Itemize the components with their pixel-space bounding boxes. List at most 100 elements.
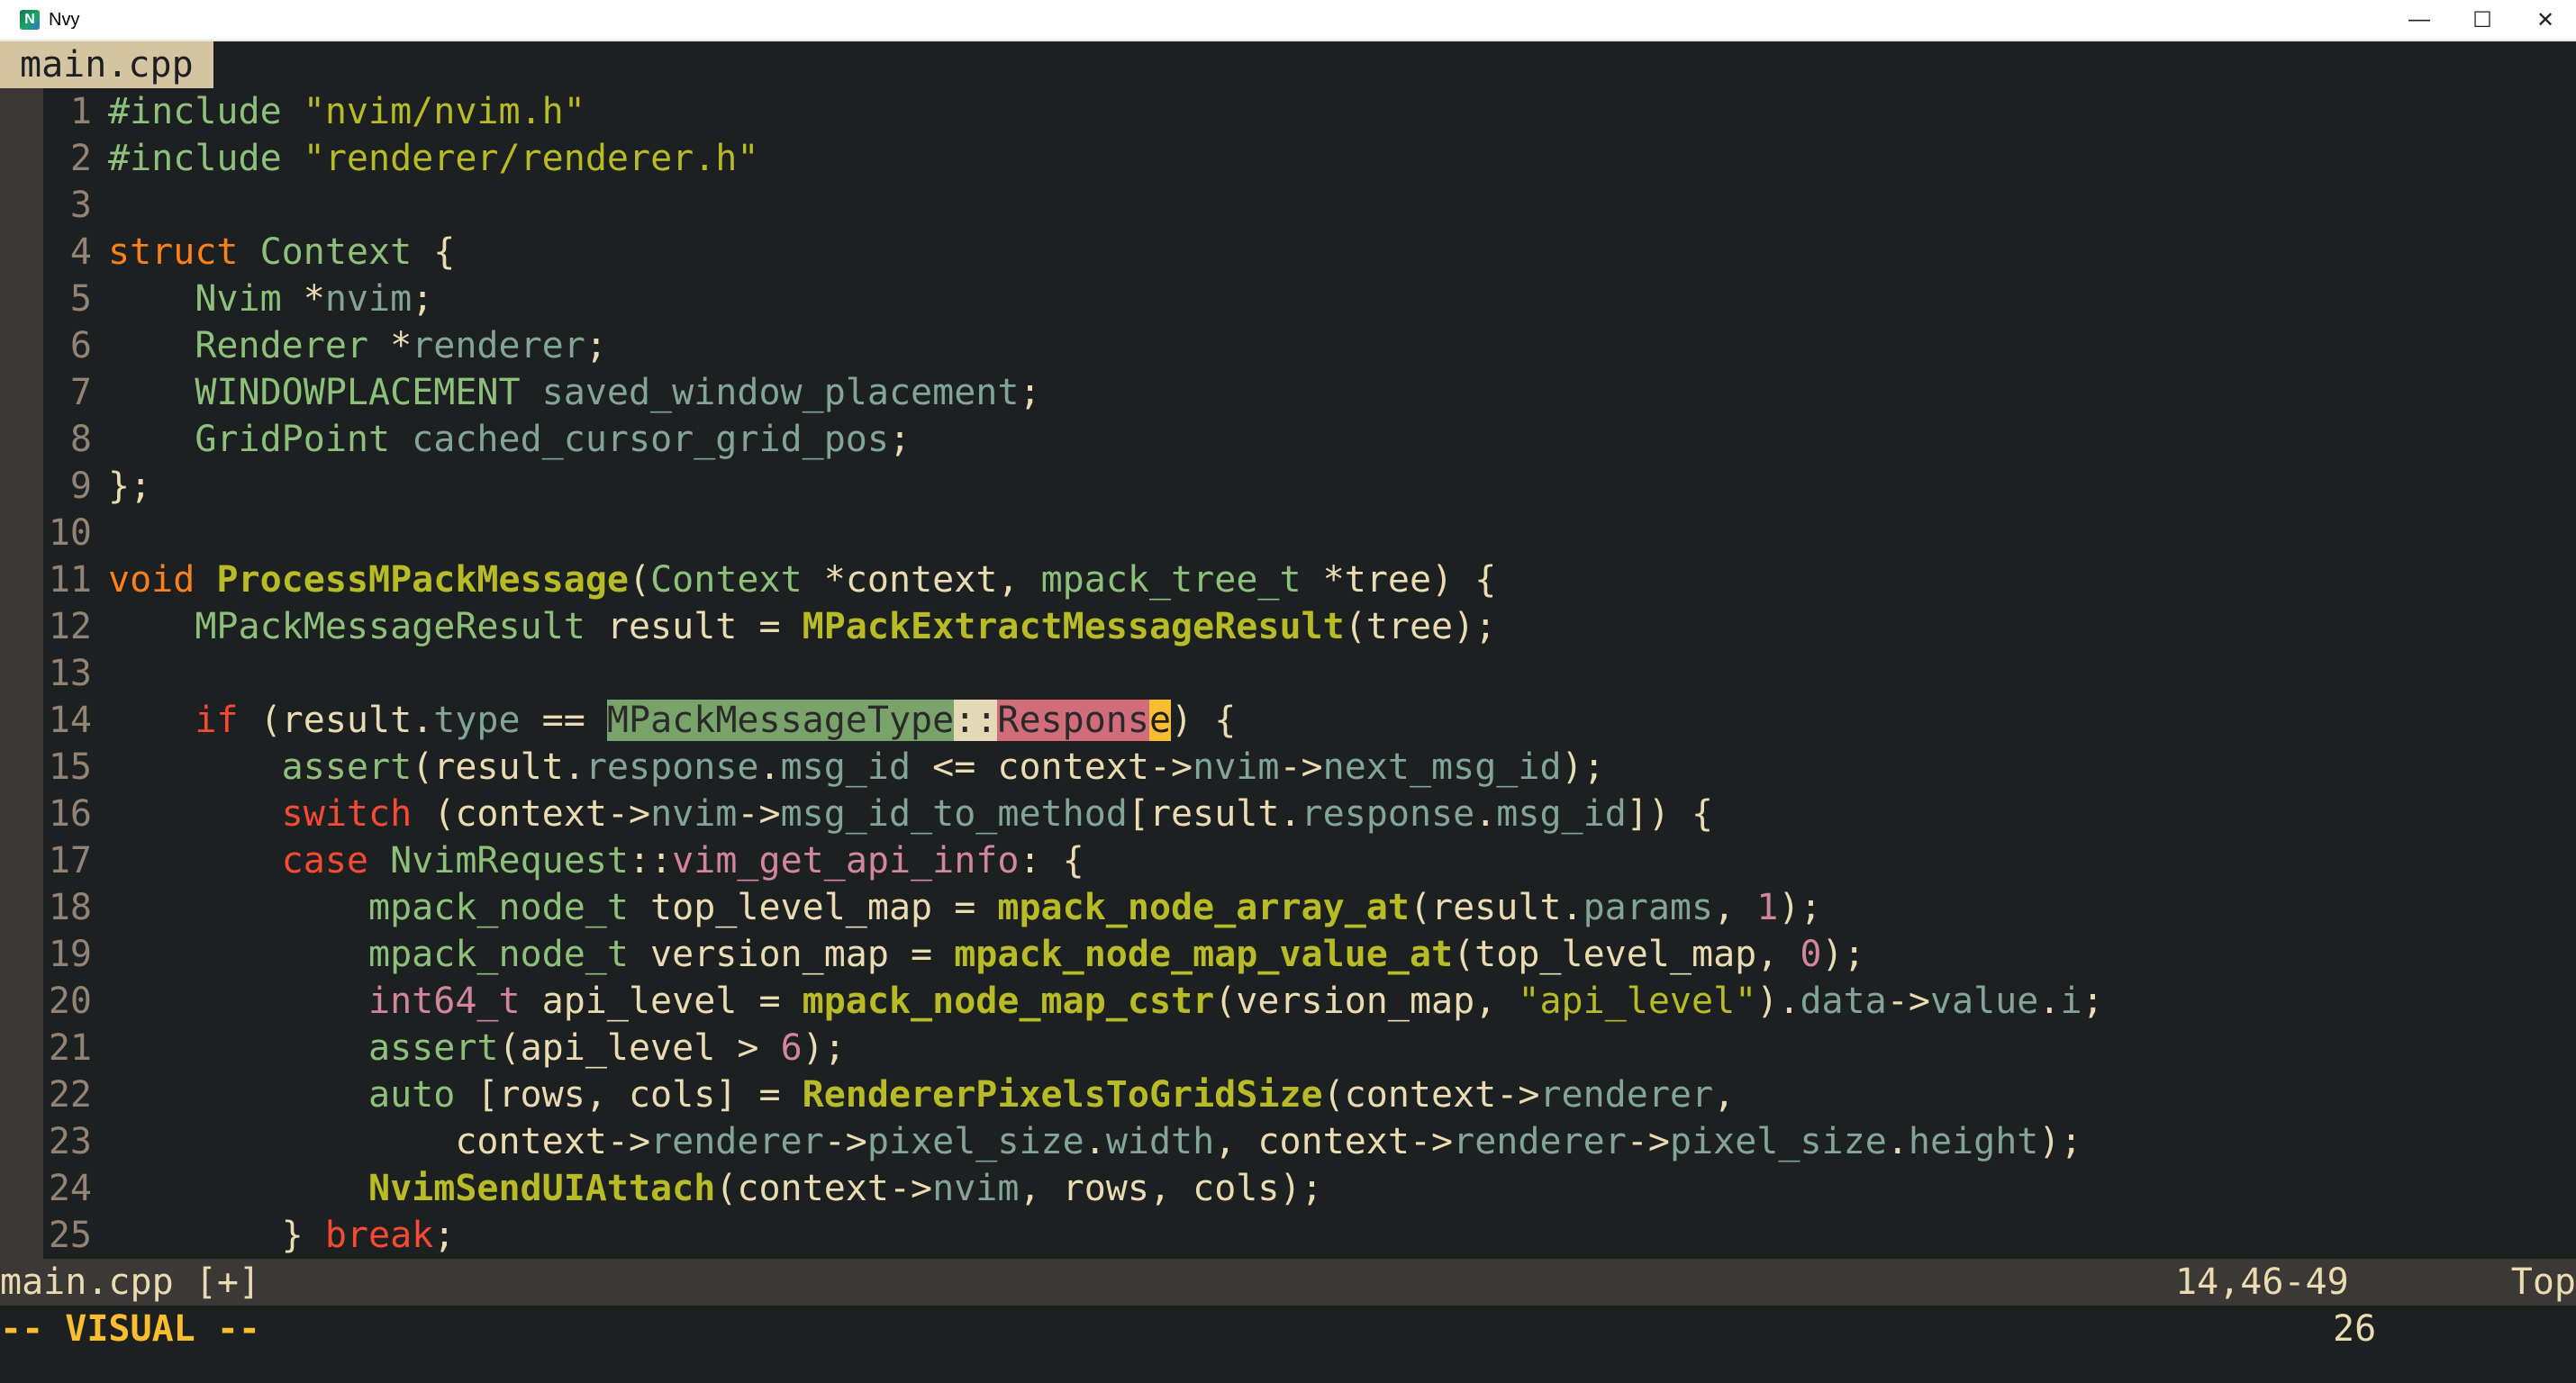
code-text[interactable]: if (result.type == MPackMessageType::Res…: [108, 697, 1236, 744]
line-number: 6: [69, 325, 92, 366]
code-line[interactable]: 13: [0, 650, 2576, 697]
code-text[interactable]: mpack_node_t top_level_map = mpack_node_…: [108, 884, 1822, 931]
code-line[interactable]: 23 context->renderer->pixel_size.width, …: [0, 1118, 2576, 1165]
minimize-button[interactable]: —: [2408, 7, 2430, 32]
code-token: *: [281, 278, 325, 320]
line-number: 11: [48, 559, 92, 601]
code-token: (: [628, 559, 651, 601]
code-token: data: [1800, 981, 1887, 1022]
code-line[interactable]: 16 switch (context->nvim->msg_id_to_meth…: [0, 791, 2576, 837]
code-token: <= context->: [911, 746, 1193, 788]
code-token: Nvim: [195, 278, 282, 320]
editor[interactable]: main.cpp 1 #include "nvim/nvim.h" 2 #includ…: [0, 41, 2576, 1383]
code-token: height: [1908, 1121, 2039, 1162]
code-text[interactable]: struct Context {: [108, 229, 455, 276]
code-line[interactable]: 18 mpack_node_t top_level_map = mpack_no…: [0, 884, 2576, 931]
code-line[interactable]: 11 void ProcessMPackMessage(Context *cont…: [0, 556, 2576, 603]
code-line[interactable]: 9};: [0, 463, 2576, 510]
code-text[interactable]: };: [108, 463, 151, 510]
code-token: *: [1301, 559, 1345, 601]
code-token: (result.: [238, 700, 434, 741]
sign-column: [0, 884, 43, 931]
code-line[interactable]: 7 WINDOWPLACEMENT saved_window_placement…: [0, 369, 2576, 416]
code-token: .: [2038, 981, 2061, 1022]
code-line[interactable]: 4 struct Context {: [0, 229, 2576, 276]
code-token: [rows, cols] =: [455, 1074, 803, 1116]
code-text[interactable]: Renderer *renderer;: [108, 322, 607, 369]
code-line[interactable]: 21 assert(api_level > 6);: [0, 1025, 2576, 1071]
code-token: [result.: [1127, 793, 1302, 835]
code-line[interactable]: 8 GridPoint cached_cursor_grid_pos;: [0, 416, 2576, 463]
code-token: );: [1821, 934, 1865, 975]
sign-column: [0, 931, 43, 978]
tab-main-cpp[interactable]: main.cpp: [0, 41, 213, 88]
code-line[interactable]: 20 int64_t api_level = mpack_node_map_cs…: [0, 978, 2576, 1025]
line-number: 13: [48, 653, 92, 694]
code-line[interactable]: 2 #include "renderer/renderer.h": [0, 135, 2576, 182]
code-token: WINDOWPLACEMENT: [195, 372, 521, 413]
code-line[interactable]: 10: [0, 510, 2576, 556]
code-token: tree: [1344, 559, 1432, 601]
code-line[interactable]: 3: [0, 182, 2576, 229]
code-area[interactable]: 1 #include "nvim/nvim.h" 2 #include "render…: [0, 88, 2576, 1259]
code-line[interactable]: 24 NvimSendUIAttach(context->nvim, rows,…: [0, 1165, 2576, 1212]
code-token: context: [845, 559, 998, 601]
code-token: pixel_size: [866, 1121, 1084, 1162]
code-text[interactable]: Nvim *nvim;: [108, 276, 433, 322]
line-number: 24: [48, 1168, 92, 1209]
code-token: (version_map,: [1214, 981, 1519, 1022]
code-text[interactable]: #include "nvim/nvim.h": [108, 88, 585, 135]
code-text[interactable]: context->renderer->pixel_size.width, con…: [108, 1118, 2082, 1165]
maximize-button[interactable]: ☐: [2472, 7, 2493, 33]
sign-column: [0, 463, 43, 510]
cmdline: -- VISUAL -- 26: [0, 1306, 2576, 1352]
code-token: width: [1105, 1121, 1215, 1162]
line-number: 5: [69, 278, 92, 320]
code-token: cached_cursor_grid_pos: [390, 419, 889, 460]
code-line[interactable]: 5 Nvim *nvim;: [0, 276, 2576, 322]
code-line[interactable]: 15 assert(result.response.msg_id <= cont…: [0, 744, 2576, 791]
code-token: ;: [433, 1215, 456, 1256]
code-token: response: [585, 746, 759, 788]
code-token: result =: [585, 606, 803, 647]
code-token: response: [1301, 793, 1475, 835]
code-text[interactable]: case NvimRequest::vim_get_api_info: {: [108, 837, 1084, 884]
code-line[interactable]: 1 #include "nvim/nvim.h": [0, 88, 2576, 135]
code-text[interactable]: WINDOWPLACEMENT saved_window_placement;: [108, 369, 1040, 416]
line-number: 16: [48, 793, 92, 835]
code-text[interactable]: switch (context->nvim->msg_id_to_method[…: [108, 791, 1713, 837]
code-token: mpack_node_map_value_at: [954, 934, 1454, 975]
code-text[interactable]: MPackMessageResult result = MPackExtract…: [108, 603, 1496, 650]
close-button[interactable]: ✕: [2535, 7, 2556, 33]
code-token: ->: [737, 793, 781, 835]
sign-column: [0, 135, 43, 182]
code-token: };: [108, 466, 152, 507]
code-text[interactable]: assert(api_level > 6);: [108, 1025, 846, 1071]
code-token: switch: [281, 793, 413, 835]
status-scroll: Top: [2510, 1261, 2576, 1303]
code-text[interactable]: auto [rows, cols] = RendererPixelsToGrid…: [108, 1071, 1735, 1118]
code-text[interactable]: GridPoint cached_cursor_grid_pos;: [108, 416, 911, 463]
code-line[interactable]: 17 case NvimRequest::vim_get_api_info: {: [0, 837, 2576, 884]
code-token: "nvim/nvim.h": [303, 91, 585, 132]
code-token: type: [433, 700, 521, 741]
code-line[interactable]: 22 auto [rows, cols] = RendererPixelsToG…: [0, 1071, 2576, 1118]
code-text[interactable]: } break;: [108, 1212, 456, 1259]
code-text[interactable]: #include "renderer/renderer.h": [108, 135, 758, 182]
code-line[interactable]: 14 if (result.type == MPackMessageType::…: [0, 697, 2576, 744]
code-token: *: [802, 559, 846, 601]
code-text[interactable]: void ProcessMPackMessage(Context *contex…: [108, 556, 1496, 603]
code-text[interactable]: int64_t api_level = mpack_node_map_cstr(…: [108, 978, 2104, 1025]
code-line[interactable]: 19 mpack_node_t version_map = mpack_node…: [0, 931, 2576, 978]
code-token: (tree);: [1344, 606, 1497, 647]
code-text[interactable]: NvimSendUIAttach(context->nvim, rows, co…: [108, 1165, 1323, 1212]
code-token: (context->: [412, 793, 651, 835]
sign-column: [0, 369, 43, 416]
code-token: RendererPixelsToGridSize: [802, 1074, 1323, 1116]
code-line[interactable]: 6 Renderer *renderer;: [0, 322, 2576, 369]
code-text[interactable]: mpack_node_t version_map = mpack_node_ma…: [108, 931, 1865, 978]
code-line[interactable]: 25 } break;: [0, 1212, 2576, 1259]
code-text[interactable]: assert(result.response.msg_id <= context…: [108, 744, 1605, 791]
code-line[interactable]: 12 MPackMessageResult result = MPackExtr…: [0, 603, 2576, 650]
